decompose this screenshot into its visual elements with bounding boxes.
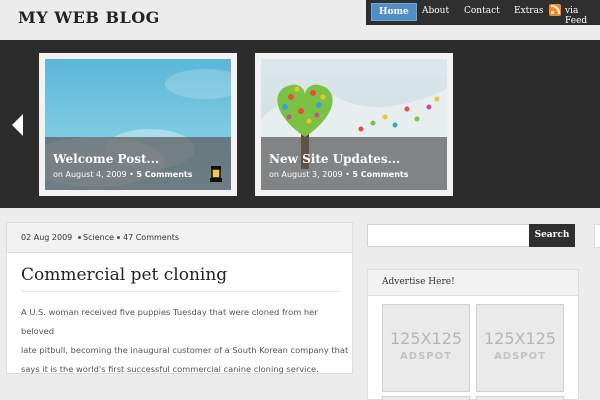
featured-card[interactable]: New Site Updates... on August 3, 2009 • … [255,53,453,196]
featured-image[interactable]: Welcome Post... on August 4, 2009 • 5 Co… [45,59,231,190]
lantern-icon [210,166,222,182]
search-input[interactable] [367,224,530,247]
card-date: on August 3, 2009 [269,170,343,179]
advertise-widget: Advertise Here! 125X125 ADSPOT 125X125 A… [367,269,579,400]
sidebar-edge-widget [594,224,600,248]
card-comments[interactable]: 5 Comments [136,170,192,179]
card-title[interactable]: New Site Updates... [269,152,400,166]
arrow-left-icon[interactable] [12,114,23,136]
card-meta: on August 4, 2009 • 5 Comments [53,170,193,179]
post-title[interactable]: Commercial pet cloning [21,265,227,285]
widget-header: Advertise Here! [368,270,578,296]
nav-about[interactable]: About [422,6,449,16]
featured-card[interactable]: Welcome Post... on August 4, 2009 • 5 Co… [39,53,237,196]
widget-title: Advertise Here! [382,277,455,287]
bullet-icon [78,236,81,239]
bullet-icon [117,236,120,239]
card-meta: on August 3, 2009 • 5 Comments [269,170,409,179]
featured-image[interactable]: New Site Updates... on August 3, 2009 • … [261,59,447,190]
ad-spot-label: ADSPOT [400,351,452,362]
blog-post: 02 Aug 2009 Science 47 Comments Commerci… [6,222,353,374]
search-button[interactable]: Search [529,224,575,247]
nav-extras[interactable]: Extras [514,6,544,16]
ad-spot-size: 125X125 [389,329,463,348]
ad-spot-label: ADSPOT [494,351,546,362]
card-date: on August 4, 2009 [53,170,127,179]
ad-spot[interactable] [382,396,470,400]
excerpt-line: says it is the world's first successful … [21,364,319,374]
post-date: 02 Aug 2009 [21,233,73,242]
nav-home[interactable]: Home [371,3,417,21]
ad-spot[interactable]: 125X125 ADSPOT [382,304,470,392]
feed-link[interactable]: via Feed [565,6,600,26]
card-caption: Welcome Post... on August 4, 2009 • 5 Co… [45,137,231,190]
site-logo[interactable]: MY WEB BLOG [18,8,160,27]
card-caption: New Site Updates... on August 3, 2009 • … [261,137,447,190]
rss-icon[interactable] [549,4,561,16]
post-comments[interactable]: 47 Comments [123,233,179,242]
excerpt-line: late pitbull, becoming the inaugural cus… [21,345,349,355]
nav-contact[interactable]: Contact [464,6,500,16]
excerpt-line: A U.S. woman received five puppies Tuesd… [21,307,318,336]
card-title[interactable]: Welcome Post... [53,152,159,166]
ad-spot[interactable]: 125X125 ADSPOT [476,304,564,392]
post-excerpt: A U.S. woman received five puppies Tuesd… [21,303,351,379]
ad-spot[interactable] [476,396,564,400]
card-comments[interactable]: 5 Comments [352,170,408,179]
post-meta-bar: 02 Aug 2009 Science 47 Comments [7,223,352,253]
post-category[interactable]: Science [83,233,114,242]
ad-spot-size: 125X125 [483,329,557,348]
divider [21,291,341,292]
